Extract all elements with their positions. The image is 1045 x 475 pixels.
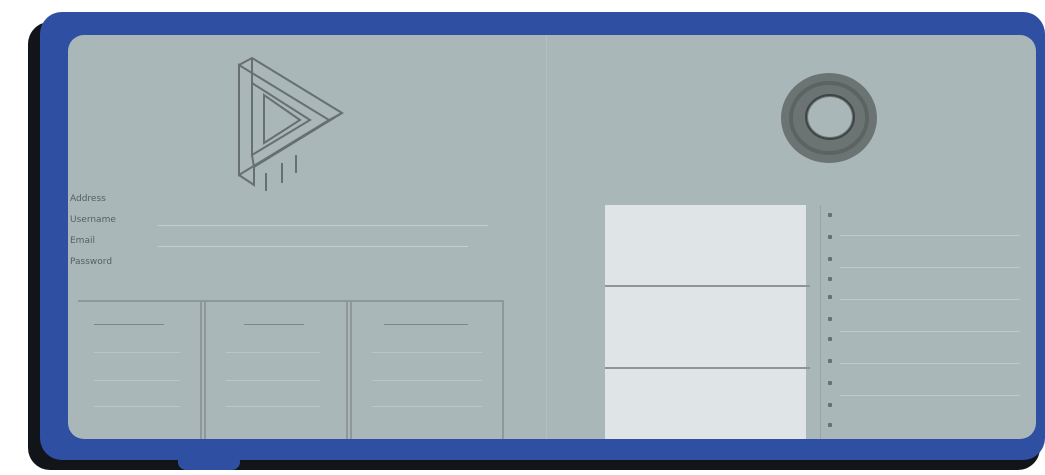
bullet — [828, 213, 832, 217]
bullet — [828, 277, 832, 281]
list-line — [840, 267, 1020, 268]
bullet — [828, 423, 832, 427]
card-line — [372, 406, 482, 407]
bullet-column — [828, 205, 848, 439]
list-line — [840, 331, 1020, 332]
card-line — [226, 406, 320, 407]
card-heading-bar — [384, 324, 468, 325]
card-line — [94, 380, 180, 381]
card[interactable] — [350, 302, 504, 439]
donut-ring-icon — [781, 73, 877, 163]
card-heading-bar — [94, 324, 164, 325]
list-line — [840, 235, 1020, 236]
bullet — [828, 359, 832, 363]
form-label-password: Password — [70, 257, 113, 267]
email-field[interactable] — [158, 246, 468, 247]
panel[interactable] — [605, 287, 806, 367]
card-line — [372, 352, 482, 353]
center-divider — [546, 35, 547, 439]
bullet — [828, 295, 832, 299]
card-line — [94, 352, 180, 353]
panel[interactable] — [605, 369, 806, 439]
card-line — [94, 406, 180, 407]
card-line — [226, 352, 320, 353]
list-rule — [820, 205, 821, 439]
card-heading-bar — [244, 324, 304, 325]
screen: Address Username Email Password — [68, 35, 1036, 439]
bullet — [828, 317, 832, 321]
username-field[interactable] — [158, 225, 488, 226]
panel-stack — [605, 205, 810, 439]
form-label-email: Email — [70, 236, 95, 246]
panel[interactable] — [605, 205, 806, 285]
form-label-address: Address — [70, 194, 106, 204]
card-line — [226, 380, 320, 381]
card-row — [78, 300, 504, 439]
card[interactable] — [204, 302, 348, 439]
bullet — [828, 403, 832, 407]
device-tab — [178, 446, 240, 470]
bullet — [828, 337, 832, 341]
list-line — [840, 363, 1020, 364]
form-label-username: Username — [70, 215, 116, 225]
list-line — [840, 299, 1020, 300]
impossible-triangle-logo-icon — [238, 56, 344, 191]
card[interactable] — [78, 302, 202, 439]
bullet — [828, 381, 832, 385]
bullet — [828, 257, 832, 261]
bullet — [828, 235, 832, 239]
card-line — [372, 380, 482, 381]
list-line — [840, 395, 1020, 396]
